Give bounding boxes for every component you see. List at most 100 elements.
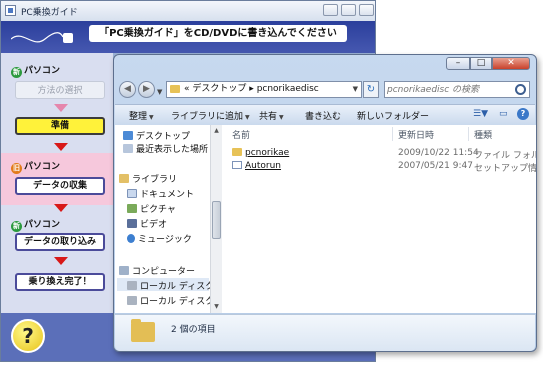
details-pane: 2 個の項目 (115, 314, 535, 351)
new-pc-label-text: パソコン (24, 220, 61, 230)
tree-item-videos[interactable]: ビデオ (127, 217, 167, 230)
organize-button[interactable]: 整理 ▼ (129, 109, 154, 122)
back-arrow-icon[interactable]: ◀ (119, 81, 136, 98)
music-icon (127, 234, 135, 243)
organize-label: 整理 (129, 112, 148, 122)
new-pc-label-text: パソコン (24, 66, 61, 76)
tree-item-pictures[interactable]: ピクチャ (127, 202, 176, 215)
file-type: セットアップ情報 (474, 164, 536, 174)
forward-arrow-icon[interactable]: ▶ (138, 81, 155, 98)
folder-icon (170, 85, 180, 93)
window-controls: – □ ✕ (446, 57, 530, 71)
computer-icon (119, 266, 129, 275)
old-pc-section-label: 旧パソコン (11, 159, 60, 174)
tree-label: ピクチャ (140, 205, 176, 215)
step-arrow (54, 104, 68, 112)
tree-item-desktop[interactable]: デスクトップ (123, 129, 190, 142)
tree-item-local-disk-1[interactable]: ローカル ディスク (127, 279, 211, 292)
help-button[interactable]: ? (11, 319, 45, 353)
tree-item-computer[interactable]: コンピューター (119, 264, 195, 277)
file-row[interactable]: pcnorikae 2009/10/22 11:54 ファイル フォルダー (222, 147, 536, 161)
file-name-cell[interactable]: pcnorikae (232, 148, 289, 158)
scroll-down-icon[interactable]: ▼ (212, 302, 221, 312)
tree-item-local-disk-2[interactable]: ローカル ディスク (127, 294, 210, 307)
tree-label: デスクトップ (136, 132, 191, 142)
tree-label: ローカル ディスク (140, 282, 211, 292)
step-select-method[interactable]: 方法の選択 (15, 81, 105, 99)
column-divider[interactable] (392, 127, 393, 141)
tree-item-music[interactable]: ミュージック (127, 232, 192, 245)
tree-item-libraries[interactable]: ライブラリ (119, 172, 177, 185)
minimize-button[interactable]: – (446, 57, 470, 70)
videos-icon (127, 219, 137, 228)
usb-cable-icon (11, 32, 73, 43)
new-folder-button[interactable]: 新しいフォルダー (357, 109, 429, 122)
step-import-data[interactable]: データの取り込み (15, 233, 105, 251)
file-name: pcnorikae (245, 148, 290, 158)
library-icon (119, 174, 129, 183)
desktop-icon (123, 131, 133, 140)
file-list: 名前 更新日時 種類 pcnorikae 2009/10/22 11:54 ファ… (222, 125, 536, 313)
breadcrumb-prefix[interactable]: « (184, 84, 190, 94)
nav-scrollbar[interactable]: ▲ ▼ (210, 125, 222, 313)
setup-file-icon (232, 161, 242, 169)
step-collect-data[interactable]: データの収集 (15, 177, 105, 195)
tree-item-recent[interactable]: 最近表示した場所 (123, 142, 208, 155)
instruction-banner: 「PC乗換ガイド」をCD/DVDに書き込んでください (89, 25, 347, 42)
file-date: 2007/05/21 9:47 (398, 161, 473, 171)
app-icon (5, 5, 16, 16)
folder-icon (232, 148, 242, 156)
column-divider[interactable] (468, 127, 469, 141)
command-bar: 整理 ▼ ライブラリに追加 ▼ 共有 ▼ 書き込む 新しいフォルダー ☰▼ ▭ ? (115, 104, 535, 126)
disk-icon (127, 296, 137, 305)
add-to-library-label: ライブラリに追加 (171, 112, 244, 122)
column-header-type[interactable]: 種類 (474, 128, 492, 141)
breadcrumb-separator[interactable]: ▸ (249, 84, 254, 94)
maximize-button[interactable]: □ (470, 57, 492, 70)
guide-window-title: PC乗換ガイド (21, 8, 78, 18)
history-dropdown-icon[interactable]: ▼ (157, 88, 162, 96)
new-pc-section-label: 新パソコン (11, 63, 60, 78)
column-header-name[interactable]: 名前 (232, 128, 250, 141)
help-icon[interactable]: ? (517, 108, 529, 120)
tree-item-documents[interactable]: ドキュメント (127, 187, 194, 200)
disk-icon (127, 281, 137, 290)
documents-icon (127, 189, 137, 198)
tree-label: 最近表示した場所 (136, 145, 209, 155)
scroll-thumb[interactable] (212, 201, 221, 239)
guide-maximize-button[interactable] (341, 4, 356, 16)
step-arrow (54, 204, 68, 212)
recent-places-icon (123, 144, 133, 153)
add-to-library-button[interactable]: ライブラリに追加 ▼ (171, 109, 250, 122)
folder-icon (131, 319, 155, 342)
close-button[interactable]: ✕ (492, 57, 530, 70)
new-pc-section-label-2: 新パソコン (11, 217, 60, 232)
breadcrumb: « デスクトップ ▸ pcnorikaedisc (184, 82, 319, 97)
new-badge-icon: 新 (11, 221, 22, 232)
preview-pane-icon[interactable]: ▭ (499, 109, 508, 119)
breadcrumb-pcnorikaedisc[interactable]: pcnorikaedisc (257, 84, 319, 94)
file-row[interactable]: Autorun 2007/05/21 9:47 セットアップ情報 (222, 160, 536, 174)
search-box[interactable] (384, 81, 530, 98)
tree-label: ドキュメント (140, 190, 195, 200)
guide-minimize-button[interactable] (323, 4, 338, 16)
burn-button[interactable]: 書き込む (305, 109, 341, 122)
refresh-icon[interactable]: ↻ (363, 81, 379, 98)
search-icon[interactable] (515, 84, 526, 95)
breadcrumb-desktop[interactable]: デスクトップ (192, 84, 246, 94)
share-label: 共有 (259, 112, 278, 122)
file-name-cell[interactable]: Autorun (232, 161, 281, 171)
address-dropdown-icon[interactable]: ▼ (353, 82, 358, 97)
item-count: 2 個の項目 (171, 325, 216, 335)
view-options-icon[interactable]: ☰▼ (473, 109, 488, 119)
scroll-up-icon[interactable]: ▲ (212, 126, 221, 136)
step-arrow (54, 257, 68, 265)
step-prepare[interactable]: 準備 (15, 117, 105, 135)
new-badge-icon: 新 (11, 67, 22, 78)
search-input[interactable] (387, 83, 512, 96)
address-bar[interactable]: « デスクトップ ▸ pcnorikaedisc ▼ (166, 81, 362, 98)
column-header-date[interactable]: 更新日時 (398, 128, 434, 141)
step-complete[interactable]: 乗り換え完了！ (15, 273, 105, 291)
share-button[interactable]: 共有 ▼ (259, 109, 284, 122)
guide-close-button[interactable] (359, 4, 374, 16)
